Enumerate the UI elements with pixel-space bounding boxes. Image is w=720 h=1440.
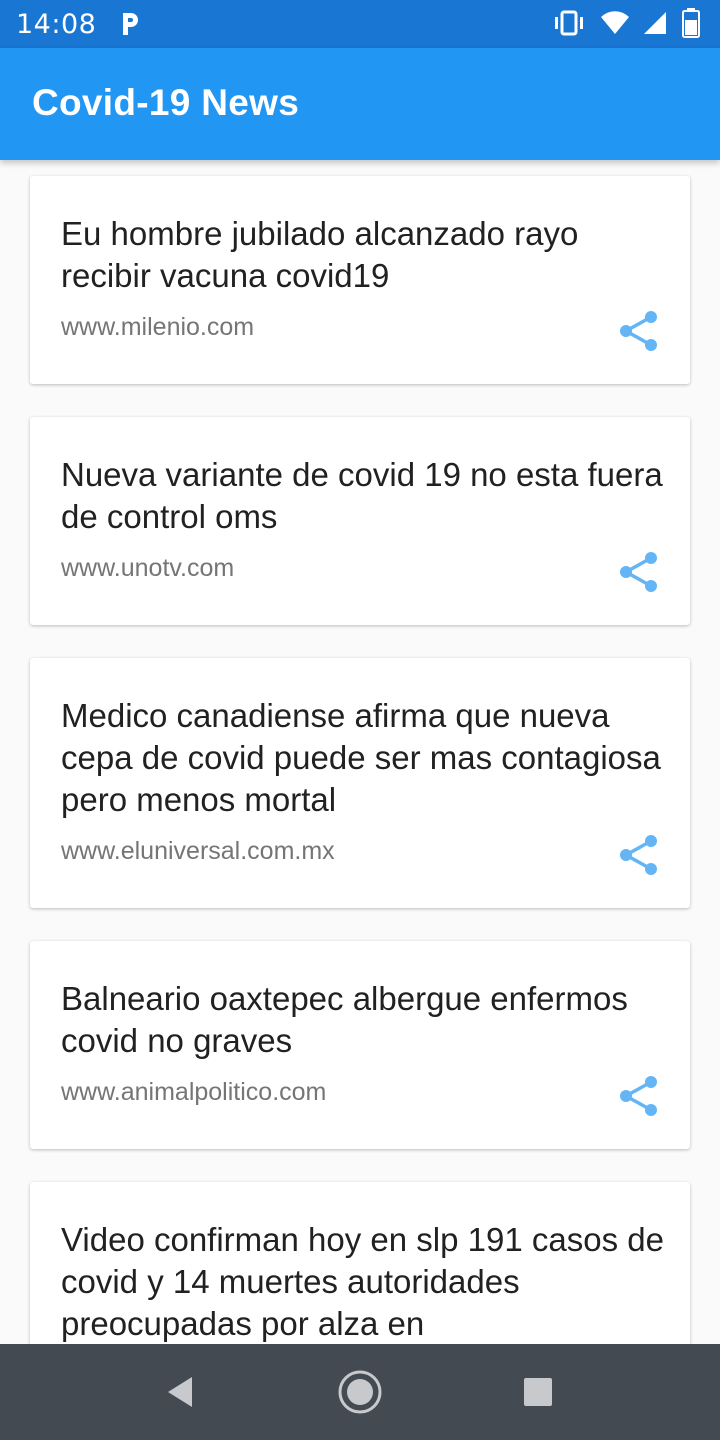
- news-source: www.milenio.com: [61, 313, 255, 341]
- news-title: Medico canadiense afirma que nueva cepa …: [61, 697, 661, 818]
- share-icon[interactable]: [614, 830, 664, 880]
- news-card[interactable]: Balneario oaxtepec albergue enfermos cov…: [30, 941, 690, 1149]
- news-card[interactable]: Medico canadiense afirma que nueva cepa …: [30, 658, 690, 908]
- share-icon[interactable]: [614, 1071, 664, 1121]
- share-icon[interactable]: [614, 547, 664, 597]
- news-card[interactable]: Nueva variante de covid 19 no esta fuera…: [30, 417, 690, 625]
- status-time: 14:08: [16, 8, 97, 40]
- news-title: Nueva variante de covid 19 no esta fuera…: [61, 456, 663, 535]
- parking-icon: [118, 11, 142, 37]
- back-icon[interactable]: [152, 1364, 208, 1420]
- news-title: Video confirman hoy en slp 191 casos de …: [61, 1221, 664, 1342]
- news-source: www.animalpolitico.com: [61, 1078, 327, 1106]
- wifi-icon: [600, 10, 630, 41]
- news-list[interactable]: Eu hombre jubilado alcanzado rayo recibi…: [0, 160, 720, 1344]
- share-icon[interactable]: [614, 306, 664, 356]
- signal-icon: [644, 10, 668, 41]
- recents-icon[interactable]: [510, 1364, 566, 1420]
- news-card[interactable]: Eu hombre jubilado alcanzado rayo recibi…: [30, 176, 690, 384]
- home-icon[interactable]: [332, 1364, 388, 1420]
- news-title: Balneario oaxtepec albergue enfermos cov…: [61, 980, 628, 1059]
- app-bar: Covid-19 News: [0, 48, 720, 160]
- battery-icon: [682, 8, 700, 43]
- vibrate-icon: [552, 9, 586, 42]
- navigation-bar: [0, 1344, 720, 1440]
- app-title: Covid-19 News: [32, 82, 300, 123]
- news-title: Eu hombre jubilado alcanzado rayo recibi…: [61, 215, 579, 294]
- news-card[interactable]: Video confirman hoy en slp 191 casos de …: [30, 1182, 690, 1344]
- news-source: www.unotv.com: [61, 554, 235, 582]
- status-bar: 14:08: [0, 0, 720, 48]
- news-source: www.eluniversal.com.mx: [61, 837, 335, 865]
